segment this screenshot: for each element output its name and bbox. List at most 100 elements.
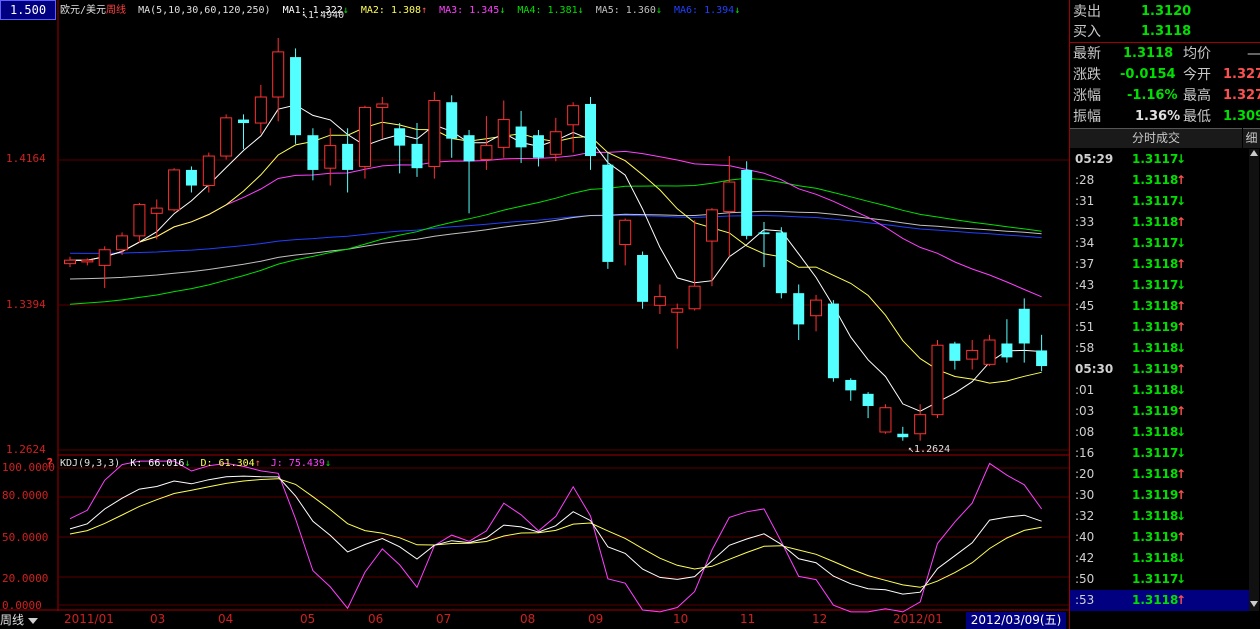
candle-body <box>1036 350 1048 367</box>
tick-row[interactable]: :53 1.3118 ↑ <box>1070 590 1258 611</box>
candle-body <box>185 169 197 186</box>
tick-time: :32 <box>1075 509 1095 523</box>
kdj-d-label: D: 61.304 <box>200 458 255 469</box>
tab-ticks[interactable]: 分时成交 <box>1070 128 1242 148</box>
candle-body <box>845 379 857 391</box>
candle-body <box>238 119 249 124</box>
arrow-down-icon: ↓ <box>1176 278 1187 292</box>
kdj-axis-50: 50.0000 <box>2 531 49 544</box>
tick-row[interactable]: :32 1.3118 ↓ <box>1070 506 1258 527</box>
candle-body <box>810 299 823 317</box>
tick-row[interactable]: :40 1.3119 ↑ <box>1070 527 1258 548</box>
tick-row[interactable]: :30 1.3119 ↑ <box>1070 485 1258 506</box>
candle-body <box>897 433 909 438</box>
period-tab[interactable]: 周线 <box>0 611 52 629</box>
tick-row[interactable]: :16 1.3117 ↓ <box>1070 443 1258 464</box>
ma3-label: MA3: 1.345 <box>439 5 500 16</box>
month-11: 11 <box>740 612 756 626</box>
candle-body <box>342 143 354 170</box>
arrow-up-icon: ↑ <box>1176 173 1187 187</box>
kdj-k-label: K: 66.016 <box>130 458 185 469</box>
tick-row[interactable]: :28 1.3118 ↑ <box>1070 170 1258 191</box>
tick-time: :34 <box>1075 236 1095 250</box>
candle-body <box>515 126 527 148</box>
tick-price: 1.3119 <box>1132 530 1179 544</box>
candle-body <box>254 96 267 124</box>
ma5-label: MA5: 1.360 <box>595 5 656 16</box>
open-label: 今开 <box>1183 67 1211 83</box>
high-value: 1.3278 <box>1223 88 1260 103</box>
tick-row[interactable]: :01 1.3118 ↓ <box>1070 380 1258 401</box>
ma5-arrow-icon: ↓ <box>655 5 662 16</box>
month-2011-01: 2011/01 <box>64 612 114 626</box>
candle-body <box>931 344 944 416</box>
ma-legend: 欧元/美元周线 MA(5,10,30,60,120,250) MA1: 1.32… <box>60 1 740 16</box>
tick-price: 1.3117 <box>1132 152 1179 166</box>
ma2-line <box>70 121 1042 384</box>
tick-row[interactable]: :42 1.3118 ↓ <box>1070 548 1258 569</box>
candle-body <box>688 285 701 310</box>
price-level-3: 1.2624 <box>6 443 46 456</box>
candle-body <box>394 128 406 146</box>
sell-value: 1.3120 <box>1141 4 1192 19</box>
arrow-down-icon: ↓ <box>1176 425 1187 439</box>
tick-row[interactable]: :45 1.3118 ↑ <box>1070 296 1258 317</box>
change-row: 涨跌 -0.0154 今开 1.3275 <box>1073 65 1260 85</box>
candle-body <box>497 119 510 148</box>
kdj-j-label: J: 75.439 <box>270 458 325 469</box>
kdj-axis-100: 100.0000 <box>2 461 55 474</box>
low-annotation: ↖1.2624 <box>908 444 951 455</box>
candle-body <box>741 169 753 236</box>
tick-row[interactable]: :51 1.3119 ↑ <box>1070 317 1258 338</box>
high-label: 最高 <box>1183 88 1211 104</box>
kdj-d-arrow-icon: ↑ <box>254 458 261 469</box>
change-value: -0.0154 <box>1120 67 1176 82</box>
tick-row[interactable]: :34 1.3117 ↓ <box>1070 233 1258 254</box>
price-chart[interactable]: 1.500 1.4164 1.3394 1.2624 欧元/美元周线 MA(5,… <box>0 0 1069 629</box>
tick-time: :40 <box>1075 530 1095 544</box>
candle-body <box>150 207 163 214</box>
tick-row[interactable]: :31 1.3117 ↓ <box>1070 191 1258 212</box>
tick-price: 1.3117 <box>1132 572 1179 586</box>
tick-time: :20 <box>1075 467 1095 481</box>
tick-price: 1.3117 <box>1132 236 1179 250</box>
scroll-down-icon[interactable] <box>1250 601 1258 607</box>
tick-price: 1.3119 <box>1132 404 1179 418</box>
month-04: 04 <box>218 612 234 626</box>
arrow-up-icon: ↑ <box>1176 215 1187 229</box>
pct-value: -1.16% <box>1127 88 1178 103</box>
tick-row[interactable]: :08 1.3118 ↓ <box>1070 422 1258 443</box>
tick-row[interactable]: 05:29 1.3117 ↓ <box>1070 149 1258 170</box>
tick-row[interactable]: :43 1.3117 ↓ <box>1070 275 1258 296</box>
tick-price: 1.3118 <box>1132 173 1179 187</box>
ticks-scrollbar[interactable] <box>1249 149 1259 611</box>
candle-body <box>758 232 770 235</box>
month-06: 06 <box>368 612 384 626</box>
tick-row[interactable]: :58 1.3118 ↓ <box>1070 338 1258 359</box>
tick-row[interactable]: :50 1.3117 ↓ <box>1070 569 1258 590</box>
tick-row[interactable]: 05:30 1.3119 ↑ <box>1070 359 1258 380</box>
candle-body <box>463 135 475 162</box>
arrow-down-icon: ↓ <box>1176 194 1187 208</box>
avg-value: — <box>1247 46 1260 62</box>
tick-time: :31 <box>1075 194 1095 208</box>
tick-time: :53 <box>1075 593 1095 607</box>
tick-time: :33 <box>1075 215 1095 229</box>
scroll-up-icon[interactable] <box>1250 150 1258 156</box>
tick-row[interactable]: :37 1.3118 ↑ <box>1070 254 1258 275</box>
ma4-line <box>69 177 1042 305</box>
ticks-list[interactable]: 05:29 1.3117 ↓:28 1.3118 ↑:31 1.3117 ↓:33 1.311… <box>1070 149 1258 611</box>
tick-time: 05:30 <box>1075 362 1114 376</box>
tick-time: :58 <box>1075 341 1095 355</box>
tick-time: :16 <box>1075 446 1095 460</box>
tick-row[interactable]: :20 1.3118 ↑ <box>1070 464 1258 485</box>
tick-row[interactable]: :03 1.3119 ↑ <box>1070 401 1258 422</box>
tick-time: :30 <box>1075 488 1095 502</box>
candle-body <box>793 293 805 325</box>
chart-canvas[interactable] <box>0 0 1069 629</box>
tick-price: 1.3119 <box>1132 362 1179 376</box>
tick-row[interactable]: :33 1.3118 ↑ <box>1070 212 1258 233</box>
price-level-1: 1.4164 <box>6 152 46 165</box>
tab-detail[interactable]: 细 <box>1243 128 1260 148</box>
candle-body <box>1018 308 1030 344</box>
